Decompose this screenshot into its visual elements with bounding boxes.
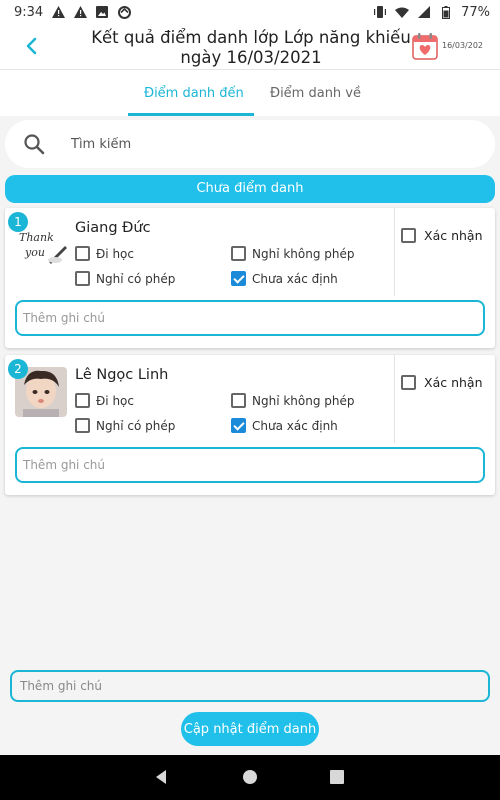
general-note-input[interactable] [10,670,490,702]
nav-home-icon[interactable] [240,767,260,787]
confirm-label: Xác nhận [424,375,483,390]
nav-recents-icon[interactable] [327,767,347,787]
checkbox[interactable] [401,228,416,243]
student-index-badge: 1 [8,212,28,232]
student-name: Giang Đức [75,220,151,236]
tab-indicator [128,113,254,116]
divider [394,355,395,443]
tab-check-in[interactable]: Điểm danh đến [144,86,244,101]
student-name: Lê Ngọc Linh [75,367,169,383]
calendar-date: 16/03/202 [442,41,484,50]
update-attendance-button[interactable]: Cập nhật điểm danh [181,712,319,746]
option-label: Nghỉ không phép [252,393,355,408]
option-unexcused[interactable]: Nghỉ không phép [231,246,355,261]
option-label: Đi học [96,246,134,261]
image-icon [95,5,109,19]
option-label: Nghỉ không phép [252,246,355,261]
search-input[interactable] [71,132,471,156]
confirm-checkbox[interactable]: Xác nhận [401,375,483,390]
option-label: Đi học [96,393,134,408]
chevron-left-icon [26,37,37,55]
wifi-icon [395,5,410,19]
checkbox[interactable] [231,246,246,261]
option-excused[interactable]: Nghỉ có phép [75,418,175,433]
student-card: 1 Thank you Giang Đức Đi học Nghỉ không … [5,208,495,348]
signal-icon [417,5,431,19]
checkbox[interactable] [75,246,90,261]
nav-back-icon[interactable] [152,767,172,787]
option-unexcused[interactable]: Nghỉ không phép [231,393,355,408]
checkbox[interactable] [75,418,90,433]
section-header: Chưa điểm danh [5,175,495,203]
back-button[interactable] [20,34,44,58]
checkbox-checked[interactable] [231,418,246,433]
status-bar: 9:34 77% [0,0,500,24]
option-undetermined[interactable]: Chưa xác định [231,271,338,286]
calendar-icon[interactable] [412,32,438,60]
page-title: Kết quả điểm danh lớp Lớp năng khiếu ngà… [91,28,411,67]
option-label: Nghỉ có phép [96,418,176,433]
confirm-checkbox[interactable]: Xác nhận [401,228,483,243]
app-header: Kết quả điểm danh lớp Lớp năng khiếu ngà… [0,24,500,70]
warning-icon [51,5,65,19]
tab-check-out[interactable]: Điểm danh về [270,86,361,101]
search-bar [5,120,495,168]
option-label: Chưa xác định [252,271,338,286]
vibrate-icon [373,5,387,19]
checkbox[interactable] [231,393,246,408]
option-excused[interactable]: Nghỉ có phép [75,271,175,286]
status-time: 9:34 [14,4,44,20]
option-label: Chưa xác định [252,418,338,433]
checkbox[interactable] [401,375,416,390]
checkbox[interactable] [75,393,90,408]
checkbox[interactable] [75,271,90,286]
search-icon[interactable] [23,133,45,155]
battery-icon [439,5,453,19]
option-present[interactable]: Đi học [75,246,134,261]
system-nav-bar [0,755,500,800]
option-undetermined[interactable]: Chưa xác định [231,418,338,433]
option-label: Nghỉ có phép [96,271,176,286]
sync-icon [117,5,131,19]
avatar-text: Thank [19,231,54,244]
checkbox-checked[interactable] [231,271,246,286]
option-present[interactable]: Đi học [75,393,134,408]
student-index-badge: 2 [8,359,28,379]
warning-icon [73,5,87,19]
confirm-label: Xác nhận [424,228,483,243]
note-input[interactable] [15,300,485,336]
note-input[interactable] [15,447,485,483]
svg-text:you: you [24,246,45,259]
battery-level: 77% [461,4,490,20]
divider [394,208,395,296]
student-card: 2 Lê Ngọc Linh Đi học Nghỉ không phép Ng… [5,355,495,495]
tab-bar: Điểm danh đến Điểm danh về [0,70,500,116]
